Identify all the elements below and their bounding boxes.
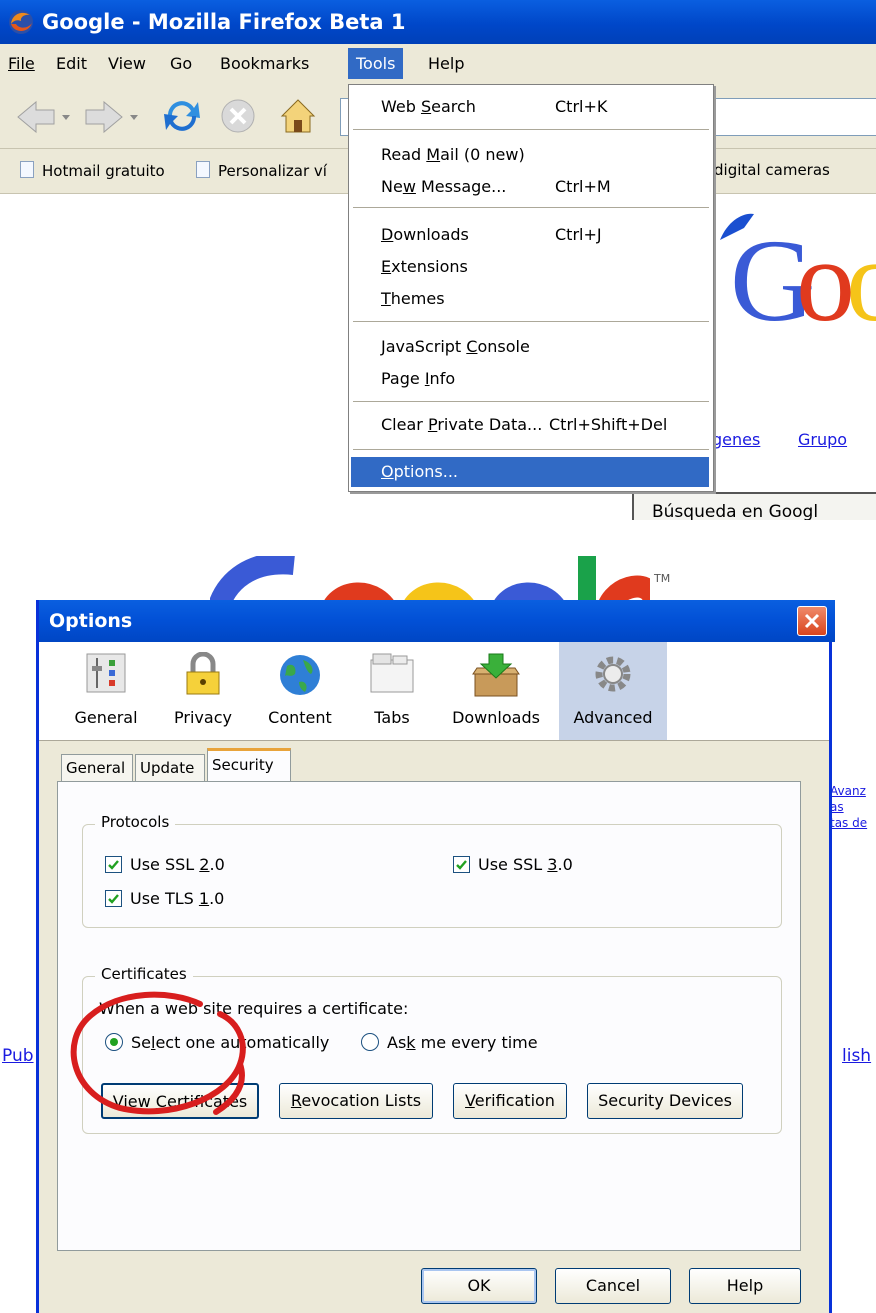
page-icon (196, 161, 210, 178)
menu-item-extensions[interactable]: Extensions (381, 257, 468, 276)
checkbox-icon (453, 856, 470, 873)
window-title: Google - Mozilla Firefox Beta 1 (42, 10, 406, 34)
menu-item-page-info[interactable]: Page Info (381, 369, 455, 388)
radio-ask-every-time[interactable]: Ask me every time (361, 1033, 538, 1052)
options-screenshot: TM Avanz as tas de Pub lish Options Gene… (0, 556, 876, 1313)
menu-edit[interactable]: Edit (56, 54, 87, 73)
menu-separator (353, 401, 709, 402)
close-icon (804, 613, 820, 629)
pane-privacy[interactable]: Privacy (159, 642, 247, 740)
background-link[interactable]: tas de (830, 816, 867, 830)
annotation-circle (70, 991, 246, 1115)
security-devices-button[interactable]: Security Devices (587, 1083, 743, 1119)
ssl3-checkbox[interactable]: Use SSL 3.0 (453, 855, 573, 874)
menu-view[interactable]: View (108, 54, 146, 73)
browser-window: Google - Mozilla Firefox Beta 1 File Edi… (0, 0, 876, 520)
verification-button[interactable]: Verification (453, 1083, 567, 1119)
stop-icon[interactable] (218, 96, 258, 136)
download-box-icon (472, 653, 520, 697)
tab-security[interactable]: Security (207, 748, 291, 782)
menu-item-downloads[interactable]: Downloads (381, 225, 469, 244)
pane-advanced[interactable]: Advanced (559, 642, 667, 740)
menu-tools[interactable]: Tools (348, 48, 404, 79)
tls1-checkbox[interactable]: Use TLS 1.0 (105, 889, 224, 908)
radio-icon (361, 1033, 379, 1051)
globe-icon (280, 655, 320, 695)
google-search-button[interactable]: Búsqueda en Googl (632, 492, 876, 520)
page-icon (20, 161, 34, 178)
firefox-icon (9, 10, 33, 34)
background-link[interactable]: lish (842, 1046, 871, 1066)
svg-text:o: o (846, 215, 876, 340)
gear-icon (595, 656, 631, 692)
background-link[interactable]: as (830, 800, 844, 814)
dialog-title: Options (49, 610, 133, 632)
background-link[interactable]: Pub (2, 1046, 34, 1066)
pane-tabs[interactable]: Tabs (357, 642, 427, 740)
revocation-lists-button[interactable]: Revocation Lists (279, 1083, 433, 1119)
checkbox-icon (105, 856, 122, 873)
menu-item-themes[interactable]: Themes (381, 289, 445, 308)
menu-separator (353, 207, 709, 208)
shortcut-clear-private-data: Ctrl+Shift+Del (549, 415, 668, 434)
shortcut-web-search: Ctrl+K (555, 97, 608, 116)
shortcut-new-message: Ctrl+M (555, 177, 611, 196)
tools-menu: Web Search Ctrl+K Read Mail (0 new) New … (348, 84, 714, 492)
menu-item-new-message[interactable]: New Message... (381, 177, 506, 196)
tabs-icon (370, 653, 414, 693)
menu-item-web-search[interactable]: Web Search (381, 97, 476, 116)
link-grupos[interactable]: Grupo (798, 430, 847, 449)
menu-file[interactable]: File (8, 54, 35, 73)
pane-selector: General Privacy Content Tabs Downloads A… (39, 642, 829, 741)
bookmark-digital-cameras[interactable]: digital cameras (714, 161, 830, 179)
google-logo-fragment: G o o (720, 213, 876, 340)
ssl2-checkbox[interactable]: Use SSL 2.0 (105, 855, 225, 874)
shortcut-downloads: Ctrl+J (555, 225, 602, 244)
help-button[interactable]: Help (689, 1268, 801, 1304)
menu-bar: File Edit View Go Bookmarks Tools Help (0, 44, 876, 86)
bookmark-personalizar[interactable]: Personalizar ví (196, 161, 327, 180)
checkbox-icon (105, 890, 122, 907)
cancel-button[interactable]: Cancel (555, 1268, 671, 1304)
tab-general[interactable]: General (61, 754, 133, 782)
menu-item-clear-private-data[interactable]: Clear Private Data... (381, 415, 542, 434)
browser-titlebar: Google - Mozilla Firefox Beta 1 (0, 0, 876, 44)
pane-content[interactable]: Content (257, 642, 343, 740)
lock-icon (186, 652, 220, 695)
menu-separator (353, 321, 709, 322)
menu-separator (353, 129, 709, 130)
pane-general[interactable]: General (65, 642, 147, 740)
menu-item-javascript-console[interactable]: JavaScript Console (381, 337, 530, 356)
certificates-title: Certificates (95, 965, 193, 983)
switches-icon (86, 653, 126, 693)
options-dialog: Options General Privacy Content Tabs Dow… (36, 600, 835, 1313)
menu-help[interactable]: Help (428, 54, 464, 73)
link-imagenes[interactable]: genes (712, 430, 760, 449)
pane-downloads[interactable]: Downloads (443, 642, 549, 740)
tab-update[interactable]: Update (135, 754, 205, 782)
trademark-mark: TM (654, 572, 671, 585)
background-link[interactable]: Avanz (830, 784, 866, 798)
close-button[interactable] (797, 606, 827, 636)
menu-separator (353, 449, 709, 450)
dialog-titlebar: Options (39, 600, 835, 642)
menu-go[interactable]: Go (170, 54, 192, 73)
menu-bookmarks[interactable]: Bookmarks (220, 54, 309, 73)
menu-item-read-mail[interactable]: Read Mail (0 new) (381, 145, 525, 164)
menu-item-options[interactable]: Options... (351, 457, 709, 487)
ok-button[interactable]: OK (421, 1268, 537, 1304)
reload-icon[interactable] (160, 94, 204, 138)
home-icon[interactable] (276, 94, 320, 138)
protocols-title: Protocols (95, 813, 176, 831)
protocols-group: Protocols Use SSL 2.0 Use SSL 3.0 Use TL… (82, 813, 782, 928)
forward-arrow-icon[interactable] (82, 98, 142, 136)
bookmark-hotmail[interactable]: Hotmail gratuito (20, 161, 165, 180)
back-arrow-icon[interactable] (14, 98, 74, 136)
